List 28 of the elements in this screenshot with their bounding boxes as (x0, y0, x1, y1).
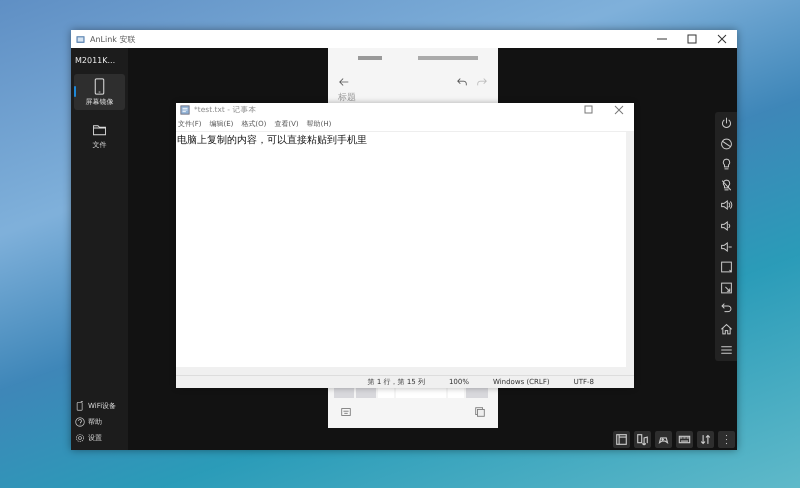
phone-icon (92, 78, 107, 94)
clipboard-icon[interactable] (474, 406, 486, 418)
phone-music-icon[interactable] (634, 431, 651, 448)
document-text: 电脑上复制的内容，可以直接粘贴到手机里 (176, 134, 368, 148)
screenshot-icon[interactable] (720, 260, 732, 274)
app-icon (75, 34, 86, 44)
device-name: M2011K... (74, 55, 116, 67)
gamepad-icon[interactable] (655, 431, 672, 448)
help-icon (75, 417, 85, 427)
bulb-off-icon[interactable] (720, 178, 732, 192)
power-icon[interactable] (720, 116, 732, 130)
keyboard-toggle-icon[interactable] (340, 406, 352, 418)
window-layout-icon[interactable] (613, 431, 630, 448)
window-title: AnLink 安联 (90, 34, 136, 44)
phone-icon (75, 401, 85, 411)
note-title: 标题 (337, 92, 357, 105)
vertical-scrollbar[interactable] (626, 132, 634, 367)
keyboard-icon[interactable] (676, 431, 693, 448)
volume-up-icon[interactable] (720, 198, 732, 212)
volume-down-icon[interactable] (720, 218, 732, 233)
back-arrow-icon[interactable] (338, 76, 350, 88)
undo-icon[interactable] (456, 76, 468, 88)
transfer-icon[interactable] (697, 431, 714, 448)
horizontal-scrollbar[interactable] (176, 367, 634, 375)
home-icon[interactable] (720, 322, 732, 336)
screen-record-icon[interactable] (720, 280, 732, 295)
settings-icon (75, 433, 85, 443)
volume-mute-icon[interactable] (720, 240, 732, 254)
